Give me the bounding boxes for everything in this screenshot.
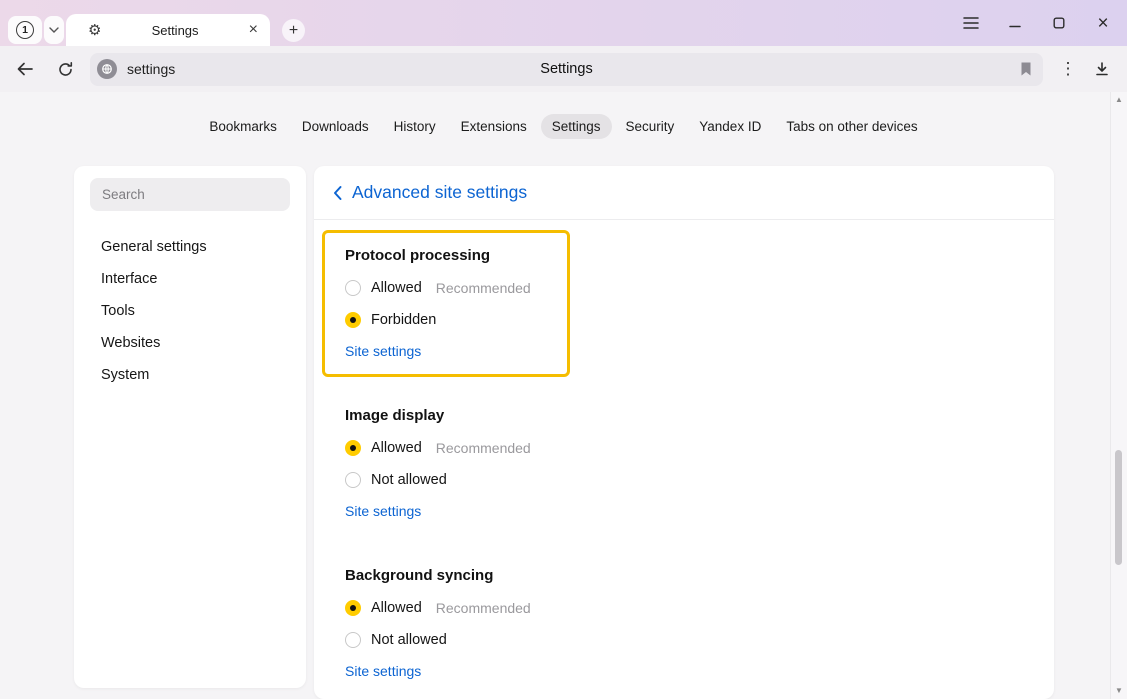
section-title: Protocol processing: [345, 246, 567, 266]
option-label: Allowed: [371, 600, 422, 616]
scroll-up-button[interactable]: ▲: [1111, 95, 1127, 105]
chevron-down-icon: [49, 27, 59, 33]
radio-indicator: [345, 632, 361, 648]
option-label: Not allowed: [371, 632, 447, 648]
section-protocol-processing: Protocol processing Allowed Recommended …: [322, 230, 570, 377]
sidebar-item-tools[interactable]: Tools: [74, 295, 306, 327]
option-label: Allowed: [371, 280, 422, 296]
option-label: Not allowed: [371, 472, 447, 488]
advanced-settings-back-link[interactable]: Advanced site settings: [314, 166, 1054, 220]
scroll-down-button[interactable]: ▼: [1111, 686, 1127, 696]
option-not-allowed[interactable]: Not allowed: [345, 464, 567, 496]
maximize-icon: [1053, 17, 1065, 29]
nav-item-security[interactable]: Security: [615, 114, 686, 139]
tab-count-badge: 1: [16, 21, 34, 39]
radio-indicator: [345, 312, 361, 328]
minimize-icon: [1009, 17, 1021, 29]
option-note: Recommended: [436, 600, 531, 616]
sidebar-item-websites[interactable]: Websites: [74, 327, 306, 359]
sidebar-items: General settings Interface Tools Website…: [74, 231, 306, 391]
scrollbar-thumb[interactable]: [1115, 450, 1122, 565]
radio-indicator: [345, 440, 361, 456]
minimize-button[interactable]: [993, 0, 1037, 46]
option-label: Forbidden: [371, 312, 436, 328]
nav-item-downloads[interactable]: Downloads: [291, 114, 380, 139]
site-settings-link[interactable]: Site settings: [345, 503, 421, 519]
reload-icon: [57, 61, 74, 78]
nav-item-tabs-other-devices[interactable]: Tabs on other devices: [775, 114, 928, 139]
option-note: Recommended: [436, 280, 531, 296]
site-settings-link[interactable]: Site settings: [345, 663, 421, 679]
titlebar: 1 ⚙ Settings × + ×: [0, 0, 1127, 46]
option-allowed[interactable]: Allowed Recommended: [345, 432, 567, 464]
hamburger-icon: [963, 17, 979, 29]
kebab-icon: ⋮: [1060, 59, 1077, 79]
option-allowed[interactable]: Allowed Recommended: [345, 272, 567, 304]
radio-indicator: [345, 472, 361, 488]
scrollbar-track[interactable]: ▲ ▼: [1110, 92, 1127, 699]
close-icon: ×: [1097, 14, 1108, 33]
downloads-button[interactable]: [1089, 54, 1115, 84]
bookmark-button[interactable]: [1019, 61, 1033, 77]
option-allowed[interactable]: Allowed Recommended: [345, 592, 567, 624]
nav-item-extensions[interactable]: Extensions: [450, 114, 538, 139]
option-label: Allowed: [371, 440, 422, 456]
reload-button[interactable]: [52, 54, 78, 84]
gear-icon: ⚙: [88, 23, 101, 38]
search-box: [90, 178, 290, 211]
window-controls: ×: [949, 0, 1125, 46]
page-title: Settings: [90, 61, 1043, 77]
radio-group: Allowed Recommended Not allowed: [345, 592, 567, 656]
settings-nav: Bookmarks Downloads History Extensions S…: [0, 114, 1127, 139]
maximize-button[interactable]: [1037, 0, 1081, 46]
settings-sidebar: General settings Interface Tools Website…: [74, 166, 306, 688]
section-background-syncing: Background syncing Allowed Recommended N…: [322, 550, 570, 684]
tab-close-button[interactable]: ×: [249, 22, 258, 38]
main-panel: Advanced site settings Protocol processi…: [314, 166, 1054, 699]
nav-item-yandex-id[interactable]: Yandex ID: [688, 114, 772, 139]
site-settings-link[interactable]: Site settings: [345, 343, 421, 359]
new-tab-button[interactable]: +: [282, 19, 305, 42]
download-icon: [1094, 61, 1110, 77]
browser-toolbar: settings Settings ⋮: [0, 46, 1127, 92]
address-bar[interactable]: settings Settings: [90, 53, 1043, 86]
section-title: Background syncing: [345, 566, 567, 586]
option-not-allowed[interactable]: Not allowed: [345, 624, 567, 656]
sidebar-item-interface[interactable]: Interface: [74, 263, 306, 295]
more-actions-button[interactable]: ⋮: [1055, 54, 1081, 84]
section-title: Image display: [345, 406, 567, 426]
tab-group-button[interactable]: 1: [8, 16, 42, 44]
radio-indicator: [345, 600, 361, 616]
bookmark-icon: [1019, 61, 1033, 77]
chevron-left-icon: [332, 185, 343, 201]
back-arrow-icon: [15, 61, 35, 77]
url-text: settings: [127, 61, 175, 77]
option-forbidden[interactable]: Forbidden: [345, 304, 567, 336]
tab-group-control: 1: [8, 16, 64, 44]
window-close-button[interactable]: ×: [1081, 0, 1125, 46]
nav-item-history[interactable]: History: [383, 114, 447, 139]
section-image-display: Image display Allowed Recommended Not al…: [322, 390, 570, 524]
menu-button[interactable]: [949, 0, 993, 46]
radio-indicator: [345, 280, 361, 296]
back-button[interactable]: [12, 54, 38, 84]
plus-icon: +: [289, 23, 298, 39]
nav-item-settings[interactable]: Settings: [541, 114, 612, 139]
settings-tab[interactable]: ⚙ Settings ×: [66, 14, 270, 46]
option-note: Recommended: [436, 440, 531, 456]
sidebar-item-general-settings[interactable]: General settings: [74, 231, 306, 263]
sidebar-item-system[interactable]: System: [74, 359, 306, 391]
search-input[interactable]: [102, 187, 278, 202]
section-heading: Advanced site settings: [352, 182, 527, 203]
radio-group: Allowed Recommended Forbidden: [345, 272, 567, 336]
nav-item-bookmarks[interactable]: Bookmarks: [198, 114, 288, 139]
tab-title: Settings: [101, 23, 248, 38]
tab-group-chevron-button[interactable]: [44, 16, 64, 44]
radio-group: Allowed Recommended Not allowed: [345, 432, 567, 496]
